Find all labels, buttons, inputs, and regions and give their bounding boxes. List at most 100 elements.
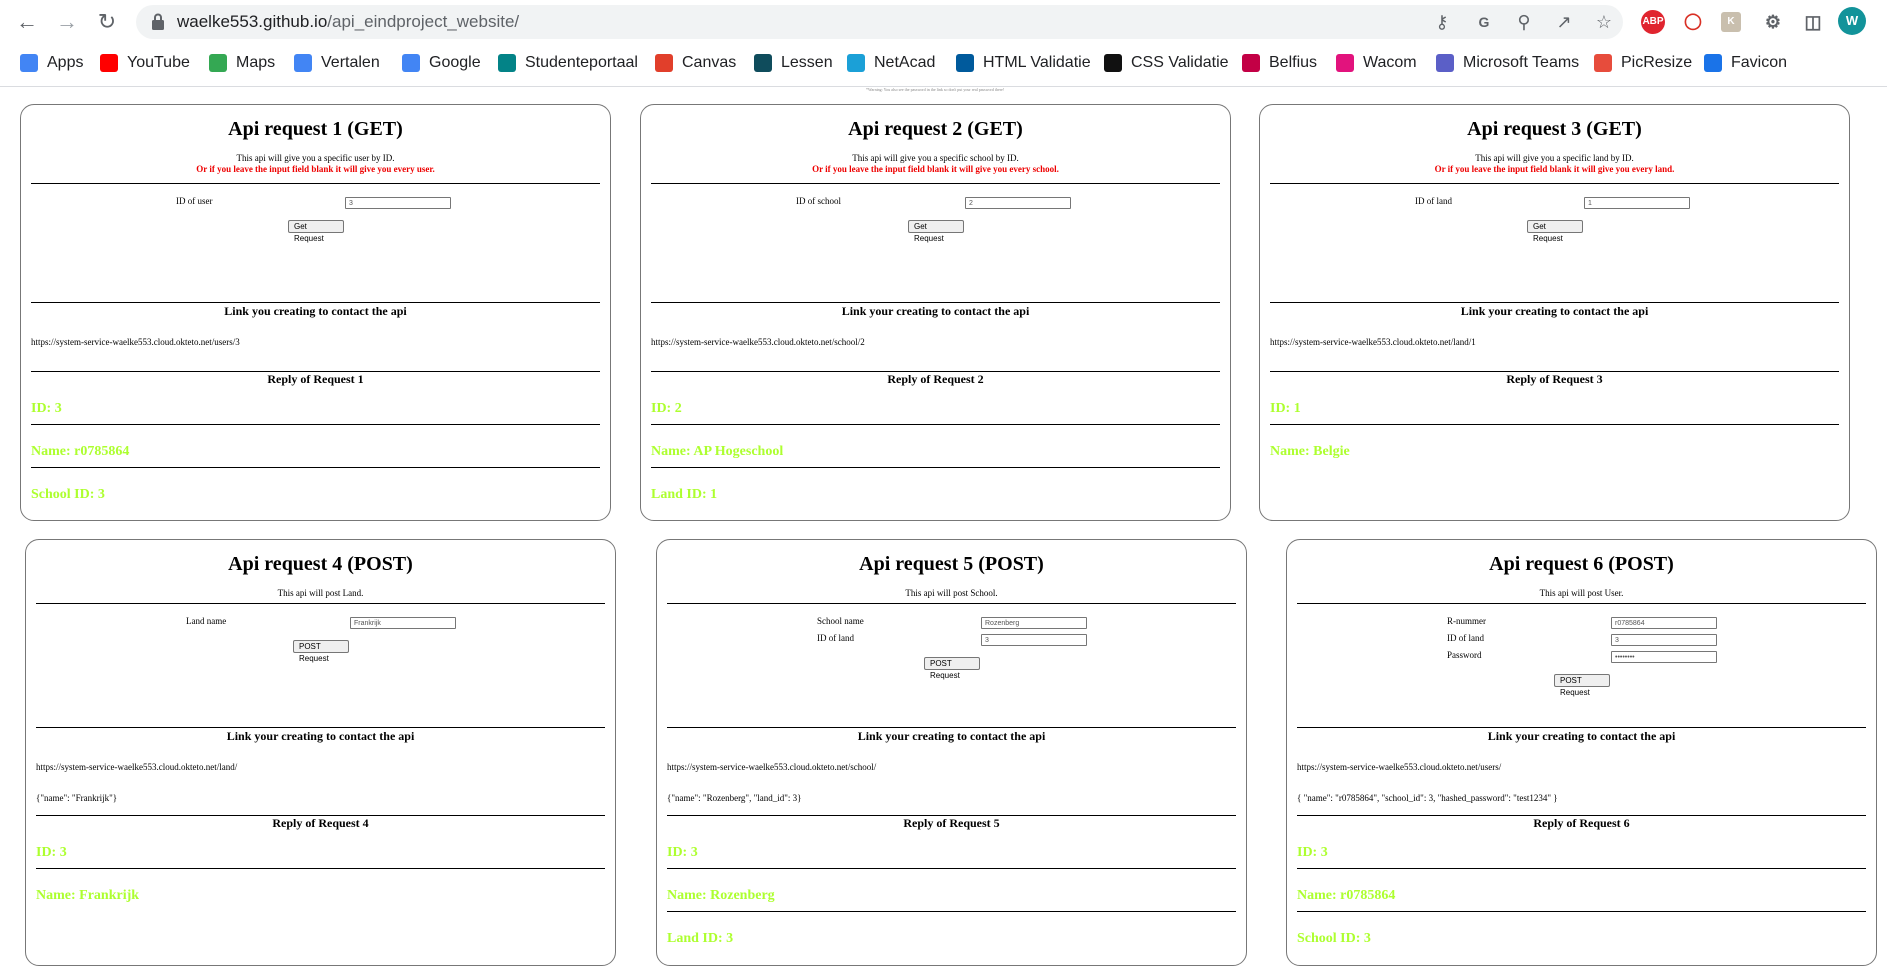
- post-request-button[interactable]: POST Request: [293, 640, 349, 663]
- bookmark-belfius[interactable]: Belfius: [1242, 52, 1317, 74]
- reply-heading: Reply of Request 4: [272, 816, 369, 830]
- adblock-icon[interactable]: ABP: [1641, 10, 1665, 34]
- field-input[interactable]: 3: [981, 634, 1087, 646]
- k-extension-icon[interactable]: K: [1721, 12, 1741, 32]
- bookmark-maps[interactable]: Maps: [209, 52, 275, 74]
- get-request-button[interactable]: Get Request: [1527, 220, 1583, 243]
- bookmark-label: Google: [429, 54, 481, 71]
- field-label: ID of land: [1447, 633, 1484, 643]
- field-label: ID of land: [817, 633, 854, 643]
- field-input[interactable]: 2: [965, 197, 1071, 209]
- share-icon[interactable]: ↗: [1553, 11, 1575, 33]
- bookmark-vertalen[interactable]: Vertalen: [294, 52, 380, 74]
- field-input[interactable]: 1: [1584, 197, 1690, 209]
- field-label: Password: [1447, 650, 1482, 660]
- forward-arrow-icon[interactable]: →: [52, 8, 82, 36]
- reply-value: Land ID: 3: [667, 931, 734, 946]
- bookmark-label: CSS Validatie: [1131, 54, 1229, 71]
- maps-pin-icon: [209, 54, 227, 72]
- card-description: This api will give you a specific school…: [852, 153, 1019, 163]
- cisco-icon: [847, 54, 865, 72]
- card-description: This api will give you a specific user b…: [236, 153, 395, 163]
- bookmark-apps[interactable]: Apps: [20, 52, 83, 74]
- bookmark-google[interactable]: Google: [402, 52, 481, 74]
- belfius-icon: [1242, 54, 1260, 72]
- link-heading: Link your creating to contact the api: [841, 304, 1030, 318]
- bookmark-label: HTML Validatie: [983, 54, 1091, 71]
- browser-chrome: ← → ↻ waelke553.github.io/api_eindprojec…: [0, 0, 1887, 87]
- key-icon[interactable]: ⚷: [1431, 11, 1453, 33]
- divider: [651, 424, 1220, 425]
- card-title: Api request 6 (POST): [1489, 553, 1674, 575]
- bookmark-canvas[interactable]: Canvas: [655, 52, 736, 74]
- reply-value: Name: Rozenberg: [667, 888, 775, 903]
- bookmark-favicon[interactable]: Favicon: [1704, 52, 1787, 74]
- link-heading: Link you creating to contact the api: [224, 304, 407, 318]
- field-input[interactable]: 3: [1611, 634, 1717, 646]
- post-request-button[interactable]: POST Request: [924, 657, 980, 680]
- pocket-icon[interactable]: ◯: [1681, 10, 1705, 34]
- post-request-button[interactable]: POST Request: [1554, 674, 1610, 697]
- field-input[interactable]: ••••••••: [1611, 651, 1717, 663]
- reply-value: Name: r0785864: [31, 444, 130, 459]
- bookmark-netacad[interactable]: NetAcad: [847, 52, 935, 74]
- request-url: https://system-service-waelke553.cloud.o…: [1297, 762, 1502, 772]
- back-arrow-icon[interactable]: ←: [12, 8, 42, 36]
- google-icon: [402, 54, 420, 72]
- reply-value: ID: 3: [31, 401, 62, 416]
- star-icon[interactable]: ☆: [1593, 11, 1615, 33]
- bookmark-microsoft-teams[interactable]: Microsoft Teams: [1436, 52, 1579, 74]
- reply-value: Name: AP Hogeschool: [651, 444, 784, 459]
- translate-icon: [294, 54, 312, 72]
- get-request-button[interactable]: Get Request: [908, 220, 964, 243]
- bookmark-picresize[interactable]: PicResize: [1594, 52, 1692, 74]
- w3c-icon: [956, 54, 974, 72]
- sharepoint-icon: [498, 54, 516, 72]
- bookmark-html-validatie[interactable]: HTML Validatie: [956, 52, 1091, 74]
- translate-icon[interactable]: G: [1473, 11, 1495, 33]
- profile-avatar[interactable]: W: [1838, 7, 1866, 35]
- divider: [31, 467, 600, 468]
- field-label: ID of school: [796, 196, 841, 206]
- bookmark-label: Belfius: [1269, 54, 1318, 71]
- divider: [1270, 302, 1839, 303]
- divider: [31, 302, 600, 303]
- bookmark-lessen[interactable]: Lessen: [754, 52, 833, 74]
- bookmark-studenteportaal[interactable]: Studenteportaal: [498, 52, 638, 74]
- divider: [1270, 424, 1839, 425]
- card-content: Api request 6 (POST) This api will post U…: [1297, 540, 1866, 965]
- divider: [1297, 603, 1866, 604]
- divider: [1297, 727, 1866, 728]
- reply-heading: Reply of Request 1: [267, 372, 364, 386]
- card-title: Api request 5 (POST): [859, 553, 1044, 575]
- reply-value: ID: 3: [1297, 845, 1328, 860]
- divider: [31, 424, 600, 425]
- puzzle-icon[interactable]: ⚙: [1761, 10, 1785, 34]
- reply-value: School ID: 3: [31, 487, 105, 502]
- bookmark-wacom[interactable]: Wacom: [1336, 52, 1417, 74]
- field-label: ID of user: [176, 196, 213, 206]
- bookmark-css-validatie[interactable]: CSS Validatie: [1104, 52, 1229, 74]
- link-heading: Link your creating to contact the api: [226, 729, 415, 743]
- field-input[interactable]: Rozenberg: [981, 617, 1087, 629]
- side-panel-icon[interactable]: ◫: [1801, 10, 1825, 34]
- divider: [667, 911, 1236, 912]
- field-input[interactable]: r0785864: [1611, 617, 1717, 629]
- url-path: /api_eindproject_website/: [327, 12, 520, 31]
- link-heading: Link your creating to contact the api: [1460, 304, 1649, 318]
- field-input[interactable]: 3: [345, 197, 451, 209]
- bookmark-youtube[interactable]: YouTube: [100, 52, 190, 74]
- request-url: https://system-service-waelke553.cloud.o…: [31, 337, 240, 347]
- api-card-1: Api request 1 (GET) This api will give yo…: [20, 104, 611, 521]
- request-url: https://system-service-waelke553.cloud.o…: [1270, 337, 1476, 347]
- divider: [36, 603, 605, 604]
- reload-icon[interactable]: ↻: [92, 8, 122, 36]
- field-input[interactable]: Frankrijk: [350, 617, 456, 629]
- address-bar[interactable]: waelke553.github.io/api_eindproject_webs…: [136, 5, 1623, 39]
- zoom-icon[interactable]: ⚲: [1513, 11, 1535, 33]
- bookmark-label: Vertalen: [321, 54, 380, 71]
- reply-value: School ID: 3: [1297, 931, 1371, 946]
- get-request-button[interactable]: Get Request: [288, 220, 344, 243]
- apps-grid-icon: [20, 54, 38, 72]
- bookmark-label: Favicon: [1731, 54, 1788, 71]
